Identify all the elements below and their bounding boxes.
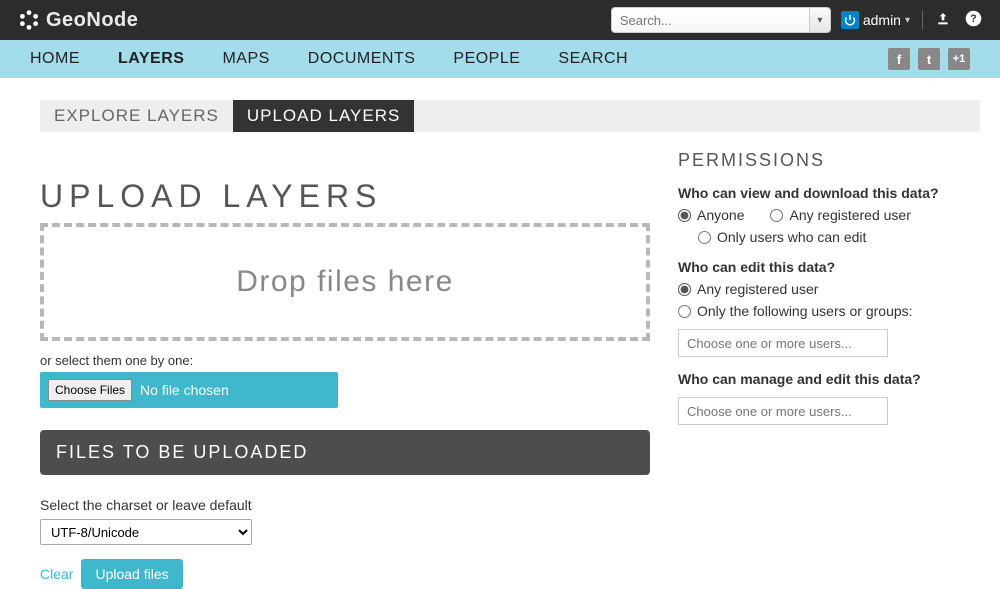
tab-explore-layers[interactable]: EXPLORE LAYERS	[40, 100, 233, 132]
perm-manage-question: Who can manage and edit this data?	[678, 371, 978, 387]
upload-files-button[interactable]: Upload files	[81, 559, 182, 589]
perm-view-question: Who can view and download this data?	[678, 185, 978, 201]
or-select-label: or select them one by one:	[40, 353, 650, 368]
plus-one-icon[interactable]: +1	[948, 48, 970, 70]
perm-edit-registered[interactable]: Any registered user	[678, 281, 978, 297]
permissions-title: PERMISSIONS	[678, 150, 978, 171]
brand-text: GeoNode	[46, 9, 138, 32]
brand[interactable]: GeoNode	[18, 9, 138, 32]
nav-social: f t +1	[888, 48, 970, 70]
help-icon[interactable]: ?	[965, 10, 982, 30]
logo-icon	[18, 9, 40, 31]
choose-files-status: No file chosen	[140, 382, 229, 398]
content: UPLOAD LAYERS Drop files here or select …	[0, 132, 1000, 589]
perm-view-anyone[interactable]: Anyone	[678, 207, 744, 223]
navbar: HOME LAYERS MAPS DOCUMENTS PEOPLE SEARCH…	[0, 40, 1000, 78]
permissions-panel: PERMISSIONS Who can view and download th…	[678, 150, 978, 589]
perm-view-registered[interactable]: Any registered user	[770, 207, 910, 223]
tab-upload-layers[interactable]: UPLOAD LAYERS	[233, 100, 414, 132]
nav-documents[interactable]: DOCUMENTS	[308, 50, 416, 68]
choose-files-button[interactable]: Choose Files	[48, 379, 132, 401]
power-icon	[841, 11, 859, 29]
facebook-icon[interactable]: f	[888, 48, 910, 70]
perm-edit-question: Who can edit this data?	[678, 259, 978, 275]
radio-edit-registered[interactable]	[678, 283, 691, 296]
radio-view-editors[interactable]	[698, 231, 711, 244]
nav-search[interactable]: SEARCH	[558, 50, 628, 68]
nav-layers[interactable]: LAYERS	[118, 50, 184, 68]
divider	[922, 11, 923, 29]
search-dropdown-toggle[interactable]: ▾	[809, 7, 831, 33]
perm-manage-users-input[interactable]	[678, 397, 888, 425]
topbar-right: ▾ admin ▾ ?	[611, 7, 982, 33]
radio-view-anyone[interactable]	[678, 209, 691, 222]
main-column: UPLOAD LAYERS Drop files here or select …	[40, 150, 650, 589]
dropzone-text: Drop files here	[236, 265, 454, 299]
page-title: UPLOAD LAYERS	[40, 178, 650, 215]
charset-select[interactable]: UTF-8/Unicode	[40, 519, 252, 545]
search-wrap: ▾	[611, 7, 831, 33]
topbar: GeoNode ▾ admin ▾ ?	[0, 0, 1000, 40]
user-name: admin	[863, 12, 901, 28]
upload-icon[interactable]	[935, 11, 951, 30]
user-menu[interactable]: admin ▾	[841, 11, 910, 29]
nav-home[interactable]: HOME	[30, 50, 80, 68]
clear-link[interactable]: Clear	[40, 566, 73, 582]
charset-label: Select the charset or leave default	[40, 497, 650, 513]
perm-edit-specific[interactable]: Only the following users or groups:	[678, 303, 978, 319]
perm-edit-users-input[interactable]	[678, 329, 888, 357]
dropzone[interactable]: Drop files here	[40, 223, 650, 341]
tabs: EXPLORE LAYERS UPLOAD LAYERS	[40, 100, 980, 132]
perm-view-editors[interactable]: Only users who can edit	[698, 229, 978, 245]
search-input[interactable]	[611, 7, 809, 33]
radio-view-registered[interactable]	[770, 209, 783, 222]
twitter-icon[interactable]: t	[918, 48, 940, 70]
caret-down-icon: ▾	[905, 15, 910, 26]
nav-people[interactable]: PEOPLE	[453, 50, 520, 68]
svg-text:?: ?	[970, 13, 976, 25]
files-to-upload-header: FILES TO BE UPLOADED	[40, 430, 650, 475]
top-icons: ?	[935, 10, 982, 30]
choose-files-wrap: Choose Files No file chosen	[40, 372, 338, 408]
actions: Clear Upload files	[40, 559, 650, 589]
radio-edit-specific[interactable]	[678, 305, 691, 318]
nav-maps[interactable]: MAPS	[222, 50, 269, 68]
